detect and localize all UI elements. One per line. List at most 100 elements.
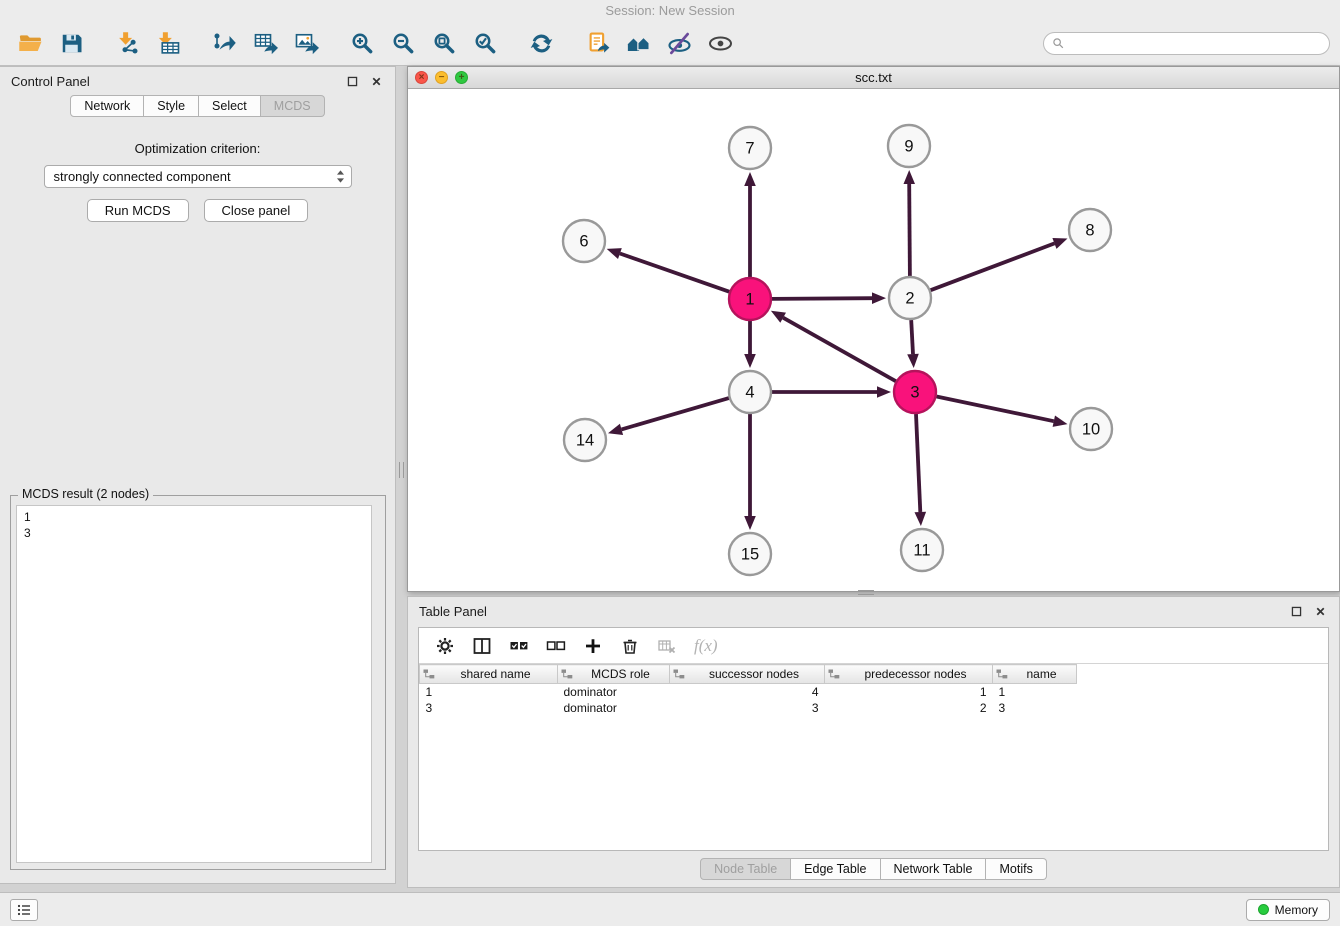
float-table-panel-button[interactable] xyxy=(1289,604,1304,619)
graph-edge-2-3[interactable] xyxy=(907,320,919,368)
cell-predecessor_nodes[interactable]: 1 xyxy=(825,684,993,700)
cell-successor_nodes[interactable]: 4 xyxy=(670,684,825,700)
refresh-button[interactable] xyxy=(521,26,562,62)
graph-edge-3-11[interactable] xyxy=(915,414,927,526)
close-table-panel-button[interactable] xyxy=(1313,604,1328,619)
graph-edge-1-6[interactable] xyxy=(607,248,730,292)
cell-mcds_role[interactable]: dominator xyxy=(558,684,670,700)
document-share-button[interactable] xyxy=(577,26,618,62)
graph-edge-4-3[interactable] xyxy=(772,386,891,398)
graph-node-11[interactable]: 11 xyxy=(901,529,943,571)
open-file-button[interactable] xyxy=(10,26,51,62)
vertical-splitter-handle[interactable] xyxy=(399,462,404,478)
eye-button[interactable] xyxy=(700,26,741,62)
tab-select[interactable]: Select xyxy=(199,95,261,117)
cell-mcds_role[interactable]: dominator xyxy=(558,700,670,716)
column-header-mcds_role[interactable]: MCDS role xyxy=(558,665,670,684)
node-label: 10 xyxy=(1082,421,1100,439)
export-network-button[interactable] xyxy=(204,26,245,62)
graph-node-10[interactable]: 10 xyxy=(1070,408,1112,450)
mcds-result-list[interactable]: 13 xyxy=(16,505,372,863)
graph-edge-2-9[interactable] xyxy=(904,170,916,276)
graph-edge-4-14[interactable] xyxy=(608,398,729,435)
export-table-button[interactable] xyxy=(245,26,286,62)
mcds-result-item[interactable]: 1 xyxy=(24,509,364,525)
graph-node-6[interactable]: 6 xyxy=(563,220,605,262)
graph-edge-1-7[interactable] xyxy=(744,172,756,277)
graph-node-2[interactable]: 2 xyxy=(889,277,931,319)
column-tree-icon xyxy=(561,668,573,680)
minimize-network-window-button[interactable]: − xyxy=(435,71,448,84)
graph-node-9[interactable]: 9 xyxy=(888,125,930,167)
cell-successor_nodes[interactable]: 3 xyxy=(670,700,825,716)
search-input[interactable] xyxy=(1070,37,1321,51)
home-button[interactable] xyxy=(618,26,659,62)
zoom-out-button[interactable] xyxy=(383,26,424,62)
table-row[interactable]: 3dominator323 xyxy=(420,700,1077,716)
fx-button[interactable]: f(x) xyxy=(691,633,721,659)
table-row[interactable]: 1dominator411 xyxy=(420,684,1077,700)
zoom-network-window-button[interactable]: + xyxy=(455,71,468,84)
tab-motifs[interactable]: Motifs xyxy=(986,858,1046,880)
column-header-successor_nodes[interactable]: successor nodes xyxy=(670,665,825,684)
add-column-button[interactable] xyxy=(580,633,606,659)
zoom-fit-button[interactable] xyxy=(424,26,465,62)
graph-node-4[interactable]: 4 xyxy=(729,371,771,413)
float-control-panel-button[interactable] xyxy=(345,74,360,89)
network-canvas[interactable]: 7 9 6 8 1 2 4 3 14 10 15 11 xyxy=(408,89,1339,591)
zoom-in-button[interactable] xyxy=(342,26,383,62)
graph-edge-1-4[interactable] xyxy=(744,321,756,368)
eye-slash-button[interactable] xyxy=(659,26,700,62)
column-header-shared_name[interactable]: shared name xyxy=(420,665,558,684)
graph-node-14[interactable]: 14 xyxy=(564,419,606,461)
delete-table-button[interactable] xyxy=(654,633,680,659)
cell-shared_name[interactable]: 1 xyxy=(420,684,558,700)
horizontal-splitter-handle[interactable] xyxy=(858,590,874,595)
column-header-predecessor_nodes[interactable]: predecessor nodes xyxy=(825,665,993,684)
delete-column-button[interactable] xyxy=(617,633,643,659)
panel-menu-button[interactable] xyxy=(10,899,38,921)
close-network-window-button[interactable]: × xyxy=(415,71,428,84)
optimization-criterion-select[interactable]: strongly connected component xyxy=(44,165,352,188)
import-table-button[interactable] xyxy=(148,26,189,62)
graph-edge-1-2[interactable] xyxy=(772,292,886,304)
column-header-name[interactable]: name xyxy=(993,665,1077,684)
graph-edge-3-10[interactable] xyxy=(937,397,1068,427)
gear-button[interactable] xyxy=(432,633,458,659)
cell-shared_name[interactable]: 3 xyxy=(420,700,558,716)
save-session-button[interactable] xyxy=(51,26,92,62)
network-window-titlebar[interactable]: × − + scc.txt xyxy=(408,67,1339,89)
run-mcds-button[interactable]: Run MCDS xyxy=(87,199,189,222)
tab-style[interactable]: Style xyxy=(144,95,199,117)
graph-node-7[interactable]: 7 xyxy=(729,127,771,169)
graph-node-15[interactable]: 15 xyxy=(729,533,771,575)
tab-network-table[interactable]: Network Table xyxy=(881,858,987,880)
tab-mcds[interactable]: MCDS xyxy=(261,95,325,117)
search-box[interactable] xyxy=(1043,32,1330,55)
cell-name[interactable]: 1 xyxy=(993,684,1077,700)
split-panel-button[interactable] xyxy=(469,633,495,659)
window-controls: × − + xyxy=(415,71,468,84)
cell-predecessor_nodes[interactable]: 2 xyxy=(825,700,993,716)
memory-button[interactable]: Memory xyxy=(1246,899,1330,921)
node-label: 8 xyxy=(1085,222,1094,240)
mcds-result-item[interactable]: 3 xyxy=(24,525,364,541)
graph-edge-3-1[interactable] xyxy=(771,311,896,381)
graph-edge-4-15[interactable] xyxy=(744,414,756,530)
tab-node-table[interactable]: Node Table xyxy=(700,858,791,880)
export-image-button[interactable] xyxy=(286,26,327,62)
cell-name[interactable]: 3 xyxy=(993,700,1077,716)
select-all-button[interactable] xyxy=(506,633,532,659)
tab-edge-table[interactable]: Edge Table xyxy=(791,858,880,880)
close-control-panel-button[interactable] xyxy=(369,74,384,89)
window-titlebar[interactable]: Session: New Session xyxy=(0,0,1340,22)
import-network-button[interactable] xyxy=(107,26,148,62)
tab-network[interactable]: Network xyxy=(70,95,144,117)
graph-node-1[interactable]: 1 xyxy=(729,278,771,320)
graph-node-8[interactable]: 8 xyxy=(1069,209,1111,251)
zoom-selected-button[interactable] xyxy=(465,26,506,62)
graph-edge-2-8[interactable] xyxy=(931,238,1068,290)
graph-node-3[interactable]: 3 xyxy=(894,371,936,413)
close-panel-button[interactable]: Close panel xyxy=(204,199,309,222)
deselect-all-button[interactable] xyxy=(543,633,569,659)
